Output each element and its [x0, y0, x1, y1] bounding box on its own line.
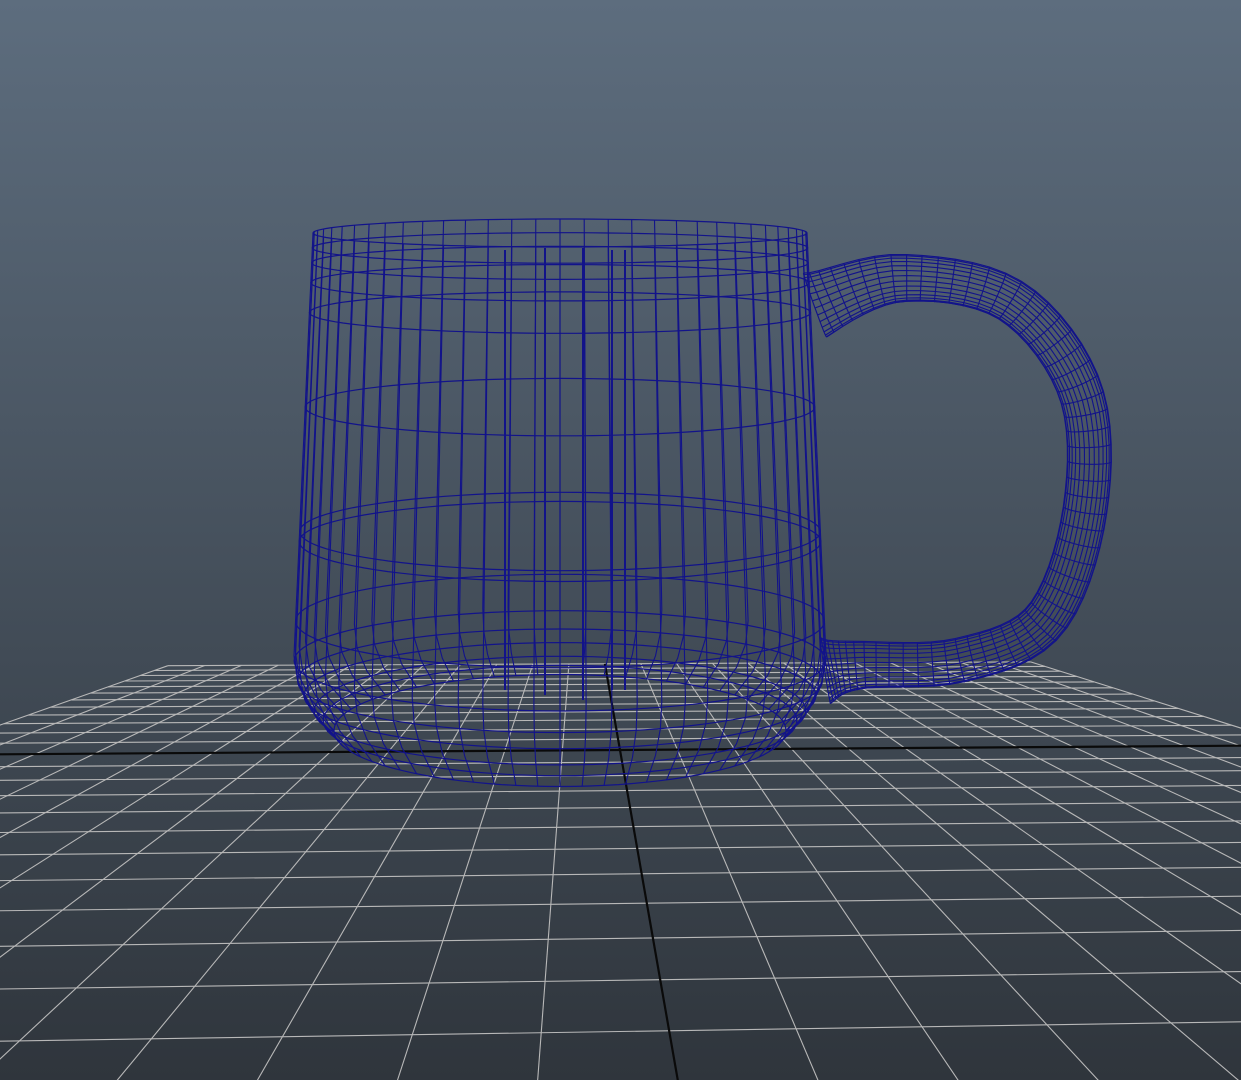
3d-viewport[interactable] [0, 0, 1241, 1080]
viewport-canvas[interactable] [0, 0, 1241, 1080]
viewport-background [0, 0, 1241, 1080]
